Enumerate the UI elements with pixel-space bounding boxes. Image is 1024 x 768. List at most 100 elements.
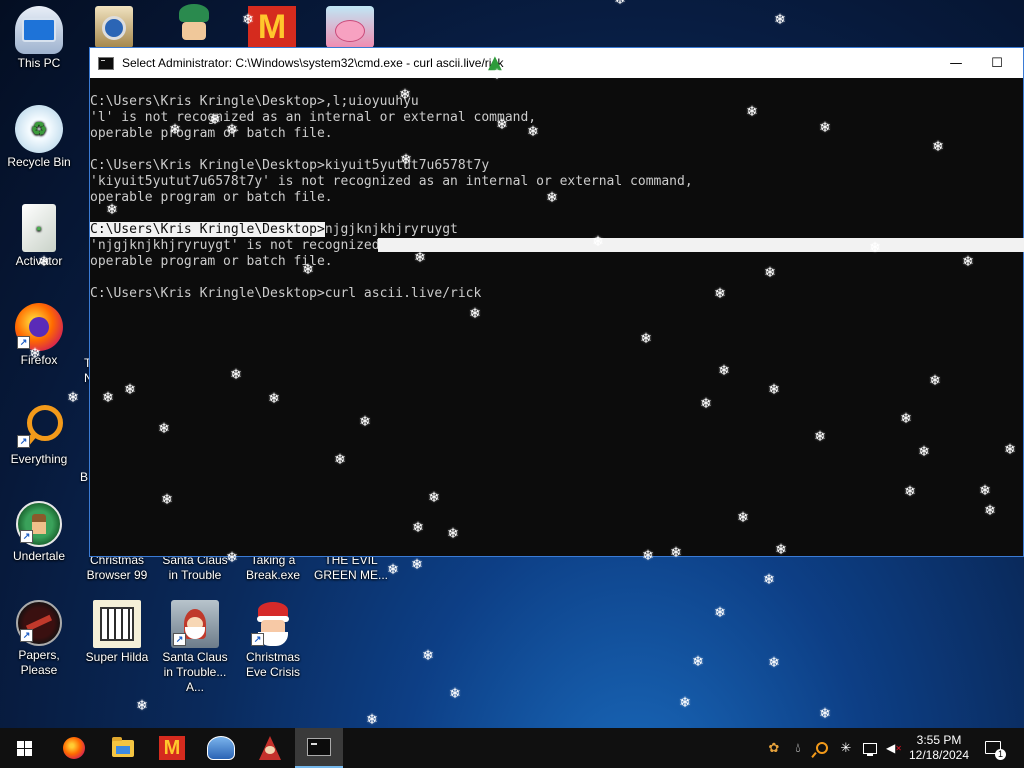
file-explorer-icon <box>112 736 134 757</box>
christmas-tree-icon: ▲ <box>488 52 502 73</box>
volume-muted-icon[interactable]: ◀ ✕ <box>886 740 902 756</box>
papers-please-icon: ↗ <box>16 600 62 646</box>
desktop-icon-label: Everything <box>10 452 68 466</box>
desktop-icon-label: THE EVIL GREEN ME... <box>313 553 388 582</box>
console-line: C:\Users\Kris Kringle\Desktop>kiyuit5yut… <box>90 158 490 173</box>
console-line: operable program or batch file. <box>90 190 333 205</box>
snowflake-icon: ❄ <box>422 648 434 664</box>
desktop-icon-christmas-eve-crisis[interactable]: ↗ Christmas Eve Crisis <box>234 600 312 680</box>
command-prompt-icon <box>307 738 331 756</box>
clock-time: 3:55 PM <box>916 733 962 747</box>
console-line: C:\Users\Kris Kringle\Desktop>curl ascii… <box>90 286 482 301</box>
desktop-icon-label: Activator <box>15 254 63 268</box>
desktop-icon-top-3[interactable]: M <box>248 6 296 48</box>
people-icon[interactable]: ✿ <box>766 740 782 756</box>
desktop-icon-santa-claus-trouble-again[interactable]: ↗ Santa Claus in Trouble... A... <box>156 600 234 695</box>
taskbar-cmd-button[interactable] <box>295 728 343 768</box>
shortcut-arrow-icon: ↗ <box>251 633 264 646</box>
desktop-icon-activator[interactable]: ▪ Activator <box>0 204 78 269</box>
desktop-icon-label: This PC <box>17 56 61 70</box>
shortcut-arrow-icon: ↗ <box>17 336 30 349</box>
santa-claus-trouble-again-icon: ↗ <box>171 600 219 648</box>
desktop-icon-label: Santa Claus in Trouble <box>162 553 228 582</box>
taskbar-mcdonalds-button[interactable]: M <box>148 728 196 768</box>
cmd-window[interactable]: Select Administrator: C:\Windows\system3… <box>89 47 1024 557</box>
snowflake-icon: ❄ <box>679 695 691 711</box>
santa-icon <box>259 736 281 760</box>
recycle-bin-icon: ♻ <box>15 105 63 153</box>
console-line: operable program or batch file. <box>90 126 333 141</box>
search-icon[interactable] <box>811 740 830 758</box>
desktop-icon-top-2[interactable] <box>170 4 218 48</box>
desktop-icon-label: Firefox <box>20 353 58 367</box>
snowflake-icon: ❄ <box>614 0 626 8</box>
taskbar-file-explorer-button[interactable] <box>99 728 147 768</box>
undertale-icon: ↗ <box>16 501 62 547</box>
shortcut-arrow-icon: ↗ <box>173 633 186 646</box>
water-drop-icon[interactable]: 💧︎ <box>790 740 806 756</box>
mcdonalds-icon: M <box>159 736 185 760</box>
windows-start-icon <box>16 740 32 756</box>
desktop-icon-christmas-browser[interactable]: Christmas Browser 99 <box>78 553 156 583</box>
desktop-icon-super-hilda[interactable]: Super Hilda <box>78 600 156 665</box>
console-output[interactable]: C:\Users\Kris Kringle\Desktop>,l;uioyuuh… <box>90 78 1024 556</box>
selected-text: C:\Users\Kris Kringle\Desktop> <box>90 222 325 237</box>
desktop-icon-everything[interactable]: ↗ Everything <box>0 402 78 467</box>
notification-center-button[interactable]: 1 <box>984 738 1006 760</box>
desktop-icon-label: Super Hilda <box>85 650 149 664</box>
shortcut-arrow-icon: ↗ <box>20 530 33 543</box>
start-button[interactable] <box>0 728 48 768</box>
taskbar-firefox-button[interactable] <box>50 728 98 768</box>
shortcut-arrow-icon: ↗ <box>17 435 30 448</box>
snowflake-icon: ❄ <box>411 557 423 573</box>
desktop-icon-firefox[interactable]: ↗ Firefox <box>0 303 78 368</box>
desktop-icon-this-pc[interactable]: This PC <box>0 6 78 71</box>
console-line-selected: C:\Users\Kris Kringle\Desktop>njgjknjkhj… <box>90 222 1023 238</box>
command-text: njgjknjkhjryruygt <box>324 222 458 237</box>
activator-icon: ▪ <box>22 204 56 252</box>
desktop-icon-taking-a-break[interactable]: Taking a Break.exe <box>234 553 312 583</box>
super-hilda-icon <box>93 600 141 648</box>
desktop-icon-recycle-bin[interactable]: ♻ Recycle Bin <box>0 105 78 170</box>
firefox-icon: ↗ <box>15 303 63 351</box>
snowflake-icon: ❄ <box>714 605 726 621</box>
desktop-icon-undertale[interactable]: ↗ Undertale <box>0 501 78 564</box>
desktop-icon-label: Christmas Eve Crisis <box>245 650 300 679</box>
taskbar-game-button[interactable] <box>197 728 245 768</box>
snowflake-icon: ❄ <box>763 572 775 588</box>
console-line: C:\Users\Kris Kringle\Desktop>,l;uioyuuh… <box>90 94 419 109</box>
desktop-icon-santa-claus-trouble[interactable]: Santa Claus in Trouble <box>156 553 234 583</box>
network-icon[interactable] <box>862 740 878 756</box>
minimize-button[interactable]: — <box>933 48 979 78</box>
selection-highlight <box>378 238 1024 252</box>
desktop-icon-top-4[interactable] <box>326 6 374 48</box>
snowflake-icon: ❄ <box>692 654 704 670</box>
desktop-icon-top-1[interactable] <box>95 6 133 48</box>
snowflake-icon[interactable]: ✳ <box>838 740 854 756</box>
notification-badge: 1 <box>995 749 1006 760</box>
command-prompt-icon <box>98 56 114 70</box>
clock-date: 12/18/2024 <box>908 748 970 762</box>
snowflake-icon: ❄ <box>819 706 831 722</box>
snowflake-icon: ❄ <box>768 655 780 671</box>
desktop-icon-label: Undertale <box>12 549 66 563</box>
taskbar-santa-button[interactable] <box>246 728 294 768</box>
window-titlebar[interactable]: Select Administrator: C:\Windows\system3… <box>90 48 1023 78</box>
taskbar-clock[interactable]: 3:55 PM 12/18/2024 <box>906 733 972 763</box>
maximize-button[interactable]: ☐ <box>974 48 1020 78</box>
console-line: 'kiyuit5yutut7u6578t7y' is not recognize… <box>90 174 693 189</box>
firefox-icon <box>63 737 85 759</box>
snowflake-icon: ❄ <box>774 12 786 28</box>
desktop-icon-label: Taking a Break.exe <box>245 553 301 582</box>
partial-label: B <box>80 470 89 484</box>
everything-search-icon: ↗ <box>15 402 63 450</box>
console-line: operable program or batch file. <box>90 254 333 269</box>
desktop-icon-evil-green[interactable]: THE EVIL GREEN ME... <box>312 553 390 583</box>
snowflake-icon: ❄ <box>136 698 148 714</box>
desktop-icon-papers-please[interactable]: ↗ Papers, Please <box>0 600 78 678</box>
game-icon <box>207 736 235 760</box>
desktop-icon-label: Recycle Bin <box>7 155 71 169</box>
